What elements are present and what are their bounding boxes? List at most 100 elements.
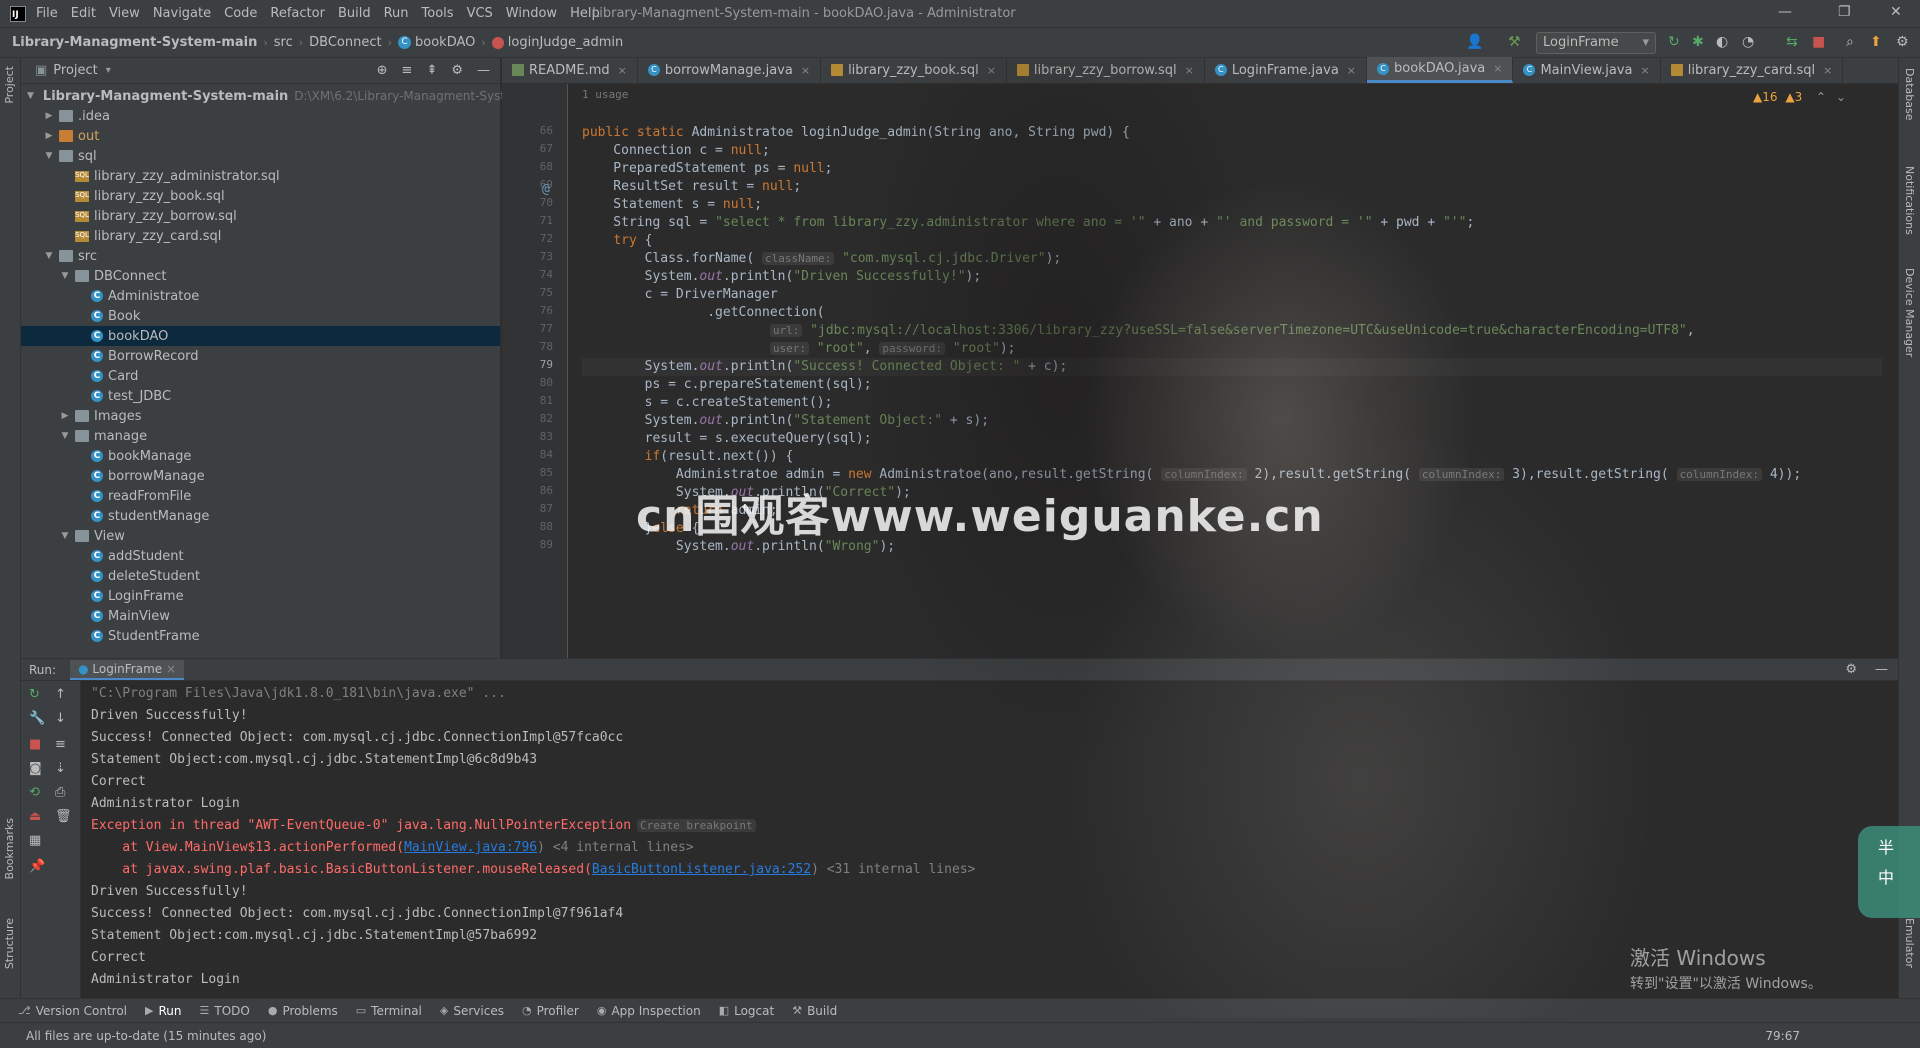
tool-tab-services[interactable]: ◈ Services — [440, 1004, 504, 1018]
menu-item-code[interactable]: Code — [224, 6, 257, 21]
inspection-widget[interactable]: ▲16 ▲3 ⌃ ⌄ — [1753, 90, 1846, 104]
user-icon[interactable]: 👤 — [1466, 34, 1483, 50]
tree-node[interactable]: C Book — [21, 306, 500, 326]
restore-layout-icon[interactable]: ⟲ — [29, 785, 40, 800]
hammer-icon[interactable]: ⚒ — [1508, 34, 1521, 50]
soft-wrap-icon[interactable]: ≡ — [55, 737, 66, 752]
tree-node[interactable]: SQL library_zzy_book.sql — [21, 186, 500, 206]
close-icon[interactable]: × — [1823, 64, 1832, 77]
breadcrumb-src[interactable]: src — [274, 35, 293, 50]
code-line[interactable]: result = s.executeQuery(sql); — [582, 430, 872, 448]
override-gutter-icon[interactable]: @ — [542, 182, 550, 197]
tool-tab-build[interactable]: ⚒ Build — [792, 1004, 837, 1018]
notifications-tool-button[interactable]: Notifications — [1903, 166, 1916, 235]
tree-node[interactable]: ▶ Images — [21, 406, 500, 426]
profile-icon[interactable]: ◔ — [1742, 34, 1754, 50]
tree-node[interactable]: ▼ DBConnect — [21, 266, 500, 286]
close-icon[interactable]: × — [1347, 64, 1356, 77]
code-line[interactable]: public static Administratoe loginJudge_a… — [582, 124, 1130, 142]
close-icon[interactable]: × — [1641, 64, 1650, 77]
tree-node[interactable]: ▼ manage — [21, 426, 500, 446]
tool-tab-logcat[interactable]: ◧ Logcat — [719, 1004, 775, 1018]
chevron-right-icon[interactable]: ▶ — [43, 131, 55, 141]
breadcrumb-project[interactable]: Library-Managment-System-main — [12, 35, 257, 50]
settings-icon[interactable]: ⚙ — [1896, 34, 1909, 50]
tree-node[interactable]: CborrowManage — [21, 466, 500, 486]
tree-root[interactable]: ▼ Library-Managment-System-main D:\XM\6.… — [21, 86, 524, 106]
menu-item-tools[interactable]: Tools — [422, 6, 454, 21]
menu-item-view[interactable]: View — [109, 6, 140, 21]
tree-node[interactable]: C StudentFrame — [21, 626, 500, 646]
chevron-right-icon[interactable]: ▶ — [59, 411, 71, 421]
hide-icon[interactable]: — — [1875, 662, 1888, 677]
emulator-tool-button[interactable]: Emulator — [1903, 918, 1916, 968]
code-line[interactable]: url: "jdbc:mysql://localhost:3306/librar… — [582, 322, 1695, 340]
ime-widget[interactable]: 半 中 — [1858, 826, 1920, 918]
stop-icon[interactable]: ■ — [29, 737, 41, 752]
tree-node[interactable]: C LoginFrame — [21, 586, 500, 606]
chevron-up-icon[interactable]: ⌃ — [1816, 90, 1826, 104]
project-panel-title[interactable]: Project — [53, 63, 97, 78]
close-icon[interactable]: × — [1185, 64, 1194, 77]
rerun-icon[interactable]: ↻ — [29, 687, 40, 702]
menu-item-window[interactable]: Window — [506, 6, 557, 21]
tree-node[interactable]: C BorrowRecord — [21, 346, 500, 366]
tree-node[interactable]: SQL library_zzy_administrator.sql — [21, 166, 500, 186]
chevron-down-icon[interactable]: ▼ — [59, 271, 71, 281]
gear-icon[interactable]: ⚙ — [1845, 662, 1857, 677]
code-line[interactable]: ps = c.prepareStatement(sql); — [582, 376, 872, 394]
menu-item-build[interactable]: Build — [338, 6, 371, 21]
restore-button[interactable]: ❐ — [1838, 4, 1851, 20]
run-configuration-select[interactable]: LoginFrame ▾ — [1536, 32, 1656, 54]
editor-tab[interactable]: CbookDAO.java × — [1367, 57, 1514, 83]
rerun-icon[interactable]: ↻ — [1668, 34, 1680, 50]
tool-tab-problems[interactable]: ● Problems — [268, 1004, 338, 1018]
tree-node[interactable]: Ctest_JDBC — [21, 386, 500, 406]
coverage-icon[interactable]: ◐ — [1716, 34, 1728, 50]
chevron-down-icon[interactable]: ▼ — [27, 91, 34, 101]
debug-icon[interactable]: ✱ — [1692, 34, 1704, 50]
tool-tab-app-inspection[interactable]: ◉ App Inspection — [597, 1004, 701, 1018]
tool-tab-profiler[interactable]: ◔ Profiler — [522, 1004, 579, 1018]
console-output[interactable]: "C:\Program Files\Java\jdk1.8.0_181\bin\… — [91, 683, 1891, 991]
tree-node[interactable]: CaddStudent — [21, 546, 500, 566]
chevron-down-icon[interactable]: ▼ — [59, 431, 71, 441]
close-button[interactable]: ✕ — [1890, 4, 1902, 20]
code-line[interactable]: return admin; — [582, 502, 778, 520]
tree-node[interactable]: CbookManage — [21, 446, 500, 466]
stack-trace-link[interactable]: BasicButtonListener.java:252 — [592, 862, 811, 877]
bookmarks-tool-button[interactable]: Bookmarks — [3, 818, 16, 879]
update-icon[interactable]: ⬆ — [1870, 34, 1882, 50]
ime-half-width[interactable]: 半 — [1878, 834, 1920, 858]
ime-chinese[interactable]: 中 — [1878, 864, 1920, 888]
chevron-down-icon[interactable]: ▼ — [43, 151, 55, 161]
camera-icon[interactable]: ◙ — [29, 761, 42, 776]
stop-icon[interactable]: ■ — [1812, 34, 1825, 50]
editor-tab[interactable]: C LoginFrame.java × — [1205, 57, 1368, 83]
breadcrumb-method[interactable]: loginJudge_admin — [508, 35, 623, 50]
tree-node[interactable]: SQL library_zzy_borrow.sql — [21, 206, 500, 226]
editor-tab[interactable]: library_zzy_book.sql × — [821, 57, 1007, 83]
scroll-to-end-icon[interactable]: ⇣ — [55, 761, 66, 776]
gear-icon[interactable]: ⚙ — [451, 63, 463, 78]
tool-tab-version-control[interactable]: ⎇ Version Control — [18, 1004, 127, 1018]
code-line[interactable]: }else { — [582, 520, 700, 538]
menu-item-refactor[interactable]: Refactor — [270, 6, 325, 21]
create-breakpoint-link[interactable]: Create breakpoint — [637, 819, 756, 832]
code-line[interactable]: System.out.println("Success! Connected O… — [582, 358, 1882, 376]
internal-lines-note[interactable]: ) <31 internal lines> — [811, 862, 975, 877]
close-icon[interactable]: × — [1493, 62, 1502, 75]
menu-item-vcs[interactable]: VCS — [467, 6, 493, 21]
editor-tab[interactable]: library_zzy_card.sql × — [1661, 57, 1844, 83]
close-icon[interactable]: × — [166, 662, 176, 676]
tree-node[interactable]: C Administratoe — [21, 286, 500, 306]
expand-all-icon[interactable]: ≡ — [402, 63, 413, 78]
chevron-down-icon[interactable]: ▼ — [59, 531, 71, 541]
code-line[interactable]: c = DriverManager — [582, 286, 778, 304]
code-line[interactable]: ResultSet result = null; — [582, 178, 801, 196]
close-icon[interactable]: × — [801, 64, 810, 77]
breadcrumb-package[interactable]: DBConnect — [309, 35, 381, 50]
code-line[interactable]: System.out.println("Driven Successfully!… — [582, 268, 982, 286]
editor-tab[interactable]: CborrowManage.java × — [638, 57, 822, 83]
code-line[interactable]: if(result.next()) { — [582, 448, 794, 466]
